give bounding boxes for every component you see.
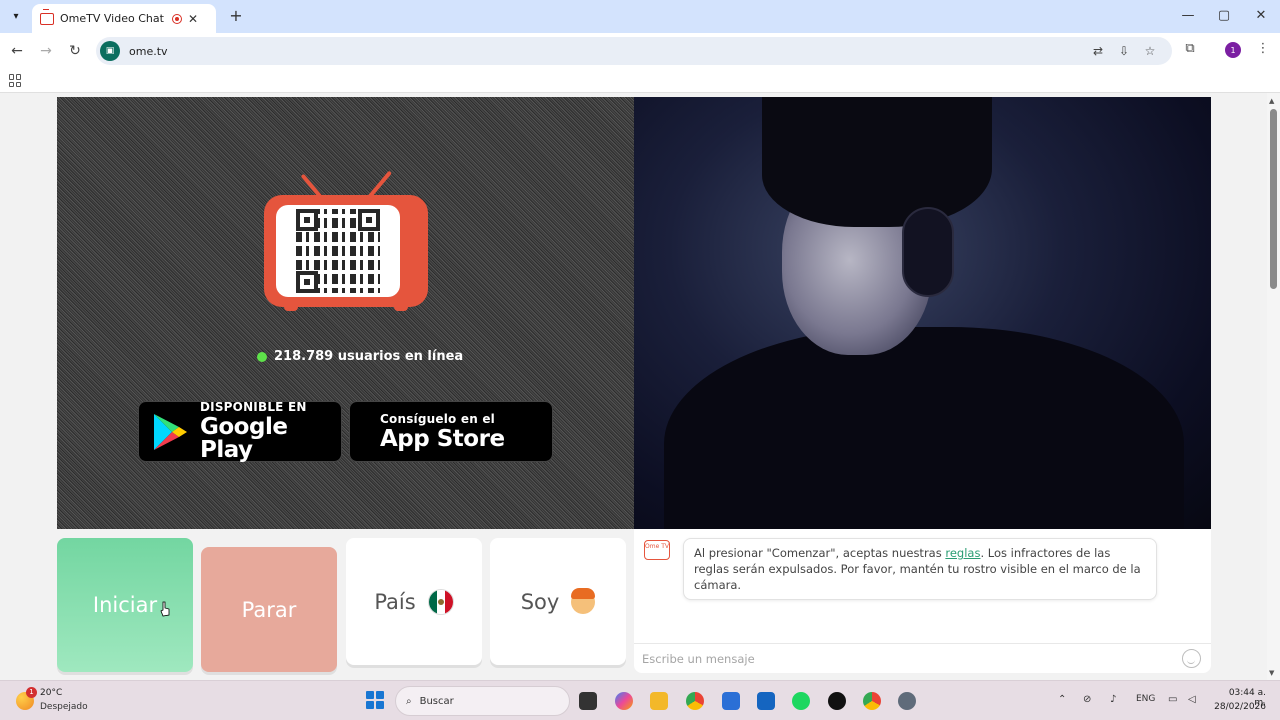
chat-panel: Ome TV Al presionar "Comenzar", aceptas …	[634, 529, 1211, 673]
spotify-icon[interactable]	[792, 692, 810, 710]
copilot-icon[interactable]	[615, 692, 633, 710]
clock-date[interactable]: 28/02/2026	[1212, 702, 1266, 712]
language-indicator[interactable]: ENG	[1136, 694, 1155, 704]
tab-search-chevron-icon[interactable]: ▾	[6, 6, 26, 26]
store-icon[interactable]	[722, 692, 740, 710]
mexico-flag-icon	[427, 588, 454, 615]
outlook-icon[interactable]	[757, 692, 775, 710]
reload-icon[interactable]: ↻	[65, 41, 85, 61]
scroll-down-arrow-icon[interactable]: ▼	[1269, 669, 1274, 677]
emoji-smiley-icon[interactable]	[1182, 649, 1201, 668]
start-button[interactable]: Iniciar	[57, 538, 193, 672]
tab-title: OmeTV Video Chat — Ome	[60, 12, 166, 25]
back-arrow-icon[interactable]: ←	[7, 41, 27, 61]
qr-code-icon	[296, 209, 380, 293]
obs-icon[interactable]	[828, 692, 846, 710]
windows-taskbar: 1 20°C Despejado ⌕ Buscar ⌃ ⊘ ♪ ENG ▭ ◁ …	[0, 680, 1280, 720]
tab-ometv[interactable]: OmeTV Video Chat — Ome ✕	[32, 4, 216, 33]
browser-toolbar: ← → ↻ ▣ ome.tv ⇄ ⇩ ☆ ⧉ 1 ⋮	[0, 33, 1280, 69]
bookmark-star-icon[interactable]: ☆	[1142, 44, 1158, 58]
chat-message-input[interactable]	[642, 649, 1162, 669]
weather-notification-badge: 1	[26, 687, 37, 698]
address-bar[interactable]: ▣ ome.tv ⇄ ⇩ ☆	[96, 37, 1172, 65]
online-users-count: 218.789 usuarios en línea	[274, 349, 464, 364]
menu-kebab-icon[interactable]: ⋮	[1254, 41, 1272, 56]
ometv-chat-logo-icon: Ome TV	[644, 540, 670, 560]
weather-temperature[interactable]: 20°C	[40, 688, 62, 698]
show-hidden-icons-chevron-icon[interactable]: ⌃	[1058, 694, 1066, 705]
page-scrollbar[interactable]: ▲ ▼	[1267, 93, 1280, 680]
google-play-small-text: DISPONIBLE EN	[200, 400, 307, 414]
extensions-puzzle-icon[interactable]: ⧉	[1181, 41, 1199, 56]
apps-grid-icon[interactable]	[9, 74, 22, 87]
translate-icon[interactable]: ⇄	[1090, 44, 1106, 58]
google-play-big-text: Google Play	[200, 414, 288, 463]
weather-description[interactable]: Despejado	[40, 702, 88, 712]
search-icon: ⌕	[406, 695, 412, 707]
app-store-button[interactable]: Consíguelo en el App Store	[349, 401, 553, 462]
chrome-profile-icon[interactable]	[863, 692, 881, 710]
network-off-icon[interactable]: ⊘	[1083, 694, 1091, 705]
file-explorer-icon[interactable]	[650, 692, 668, 710]
tab-strip: ▾ OmeTV Video Chat — Ome ✕ + — ▢ ✕	[0, 0, 1280, 33]
minimize-button[interactable]: —	[1178, 8, 1198, 23]
hand-cursor-icon	[160, 601, 170, 617]
country-label: País	[374, 589, 416, 614]
chat-input-bar	[634, 643, 1211, 673]
country-button[interactable]: País	[346, 538, 482, 665]
ometv-tv-qr-logo[interactable]	[264, 167, 428, 313]
headphones-shape	[902, 207, 954, 297]
settings-gear-icon[interactable]	[898, 692, 916, 710]
install-app-icon[interactable]: ⇩	[1116, 44, 1132, 58]
google-play-icon	[152, 413, 188, 451]
taskbar-search-box[interactable]: ⌕ Buscar	[395, 686, 570, 716]
site-info-icon[interactable]: ▣	[100, 41, 120, 61]
maximize-button[interactable]: ▢	[1214, 8, 1234, 23]
gender-button[interactable]: Soy	[490, 538, 626, 665]
app-store-small-text: Consíguelo en el	[380, 411, 495, 426]
microphone-icon[interactable]: ♪	[1110, 694, 1116, 705]
windows-start-icon[interactable]	[366, 691, 384, 709]
app-store-big-text: App Store	[380, 425, 505, 452]
online-users-indicator: 218.789 usuarios en línea	[257, 349, 463, 364]
stop-button[interactable]: Parar	[201, 547, 337, 672]
self-camera-video-panel	[634, 97, 1211, 529]
profile-avatar[interactable]: 1	[1225, 42, 1241, 58]
chrome-icon[interactable]	[686, 692, 704, 710]
url-text: ome.tv	[129, 44, 168, 58]
recording-indicator-icon	[172, 13, 182, 24]
online-status-dot-icon	[257, 351, 267, 362]
google-play-button[interactable]: DISPONIBLE EN Google Play	[138, 401, 342, 462]
task-view-icon[interactable]	[579, 692, 597, 710]
display-icon[interactable]: ▭	[1168, 694, 1177, 705]
bookmarks-bar	[0, 69, 1280, 93]
volume-icon[interactable]: ◁	[1188, 694, 1196, 705]
ometv-favicon-icon	[40, 8, 54, 25]
new-tab-button[interactable]: +	[226, 6, 246, 25]
tab-close-icon[interactable]: ✕	[188, 12, 198, 26]
scroll-up-arrow-icon[interactable]: ▲	[1269, 97, 1274, 105]
boy-face-icon	[571, 587, 596, 614]
system-message: Al presionar "Comenzar", aceptas nuestra…	[683, 538, 1157, 600]
taskbar-search-label: Buscar	[419, 695, 454, 707]
page-content: 218.789 usuarios en línea DISPONIBLE EN …	[0, 93, 1267, 680]
gender-label: Soy	[520, 589, 560, 614]
system-message-text-start: Al presionar "Comenzar", aceptas nuestra…	[694, 546, 946, 560]
rules-link[interactable]: reglas	[945, 546, 980, 560]
forward-arrow-icon[interactable]: →	[36, 41, 56, 61]
scrollbar-thumb[interactable]	[1270, 109, 1277, 289]
stranger-video-panel: 218.789 usuarios en línea DISPONIBLE EN …	[57, 97, 634, 529]
close-window-button[interactable]: ✕	[1251, 8, 1271, 23]
